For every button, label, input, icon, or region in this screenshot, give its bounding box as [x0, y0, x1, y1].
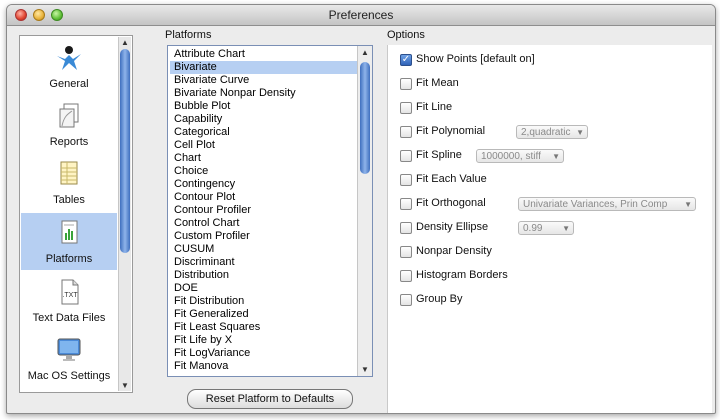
title-bar[interactable]: Preferences: [7, 5, 715, 26]
dropdown-value: 1000000, stiff: [481, 151, 541, 162]
platform-list-item[interactable]: Custom Profiler: [170, 230, 358, 243]
platform-list-item[interactable]: Contour Plot: [170, 191, 358, 204]
platform-list-item[interactable]: Bivariate Curve: [170, 74, 358, 87]
platform-list-item[interactable]: Fit Generalized: [170, 308, 358, 321]
platform-list-item[interactable]: Contour Profiler: [170, 204, 358, 217]
scroll-up-icon[interactable]: ▲: [121, 38, 129, 47]
tables-icon: [60, 161, 78, 185]
option-dropdown[interactable]: Univariate Variances, Prin Comp ▼: [518, 197, 696, 211]
option-label: Fit Polynomial: [416, 125, 486, 137]
checkbox[interactable]: [400, 222, 412, 234]
platform-list-item[interactable]: Fit Least Squares: [170, 321, 358, 334]
sidebar-item-mac-os-settings[interactable]: Mac OS Settings: [21, 330, 117, 387]
option-label: Fit Mean: [416, 77, 459, 89]
window-title: Preferences: [328, 8, 394, 22]
sidebar-item-platforms[interactable]: Platforms: [21, 213, 117, 270]
checkbox[interactable]: [400, 294, 412, 306]
chevron-down-icon: ▼: [552, 152, 560, 161]
platform-list-item[interactable]: Contingency: [170, 178, 358, 191]
option-label: Fit Each Value: [416, 173, 487, 185]
checkbox[interactable]: [400, 246, 412, 258]
platforms-scroll-thumb[interactable]: [360, 62, 370, 174]
chevron-down-icon: ▼: [562, 224, 570, 233]
platform-list-item[interactable]: Discriminant: [170, 256, 358, 269]
platform-list-item[interactable]: Choice: [170, 165, 358, 178]
checkbox[interactable]: [400, 174, 412, 186]
dropdown-value: Univariate Variances, Prin Comp: [523, 199, 668, 210]
scroll-down-icon[interactable]: ▼: [361, 365, 369, 374]
dropdown-value: 2,quadratic: [521, 127, 571, 138]
checkbox[interactable]: ✓: [400, 54, 412, 66]
reset-platform-button[interactable]: Reset Platform to Defaults: [187, 389, 353, 409]
option-label: Fit Line: [416, 101, 453, 113]
platform-list-item[interactable]: Bubble Plot: [170, 100, 358, 113]
platform-list-item[interactable]: Categorical: [170, 126, 358, 139]
option-label: Group By: [416, 293, 463, 305]
platform-list-item[interactable]: CUSUM: [170, 243, 358, 256]
dropdown-value: 0.99: [523, 223, 543, 234]
preferences-window: Preferences General Reports Tables Platf…: [6, 4, 716, 414]
sidebar-item-label: General: [49, 78, 89, 90]
platforms-label: Platforms: [165, 29, 212, 41]
sidebar-item-tables[interactable]: Tables: [21, 154, 117, 211]
platform-list-item[interactable]: Capability: [170, 113, 358, 126]
scroll-down-icon[interactable]: ▼: [121, 381, 129, 390]
platform-list-item[interactable]: Fit Life by X: [170, 334, 358, 347]
option-dropdown[interactable]: 0.99 ▼: [518, 221, 574, 235]
option-label: Fit Orthogonal: [416, 197, 486, 209]
option-label: Nonpar Density: [416, 245, 492, 257]
platform-list-item[interactable]: Control Chart: [170, 217, 358, 230]
option-label: Histogram Borders: [416, 269, 508, 281]
sidebar-item-reports[interactable]: Reports: [21, 96, 117, 153]
checkbox[interactable]: [400, 126, 412, 138]
platform-list-item[interactable]: Cell Plot: [170, 139, 358, 152]
checkbox[interactable]: [400, 270, 412, 282]
platform-list-item[interactable]: Bivariate: [170, 61, 358, 74]
sidebar-item-label: Reports: [49, 136, 89, 148]
mac-os-settings-icon: [57, 338, 81, 361]
options-label: Options: [387, 29, 425, 41]
sidebar-item-label: Platforms: [45, 253, 93, 265]
svg-text:.TXT: .TXT: [62, 292, 78, 299]
sidebar-scrollbar[interactable]: ▲ ▼: [118, 37, 131, 391]
platform-list-item[interactable]: Fit Manova: [170, 360, 358, 373]
sidebar-item-label: Text Data Files: [32, 312, 106, 324]
sidebar-item-general[interactable]: General: [21, 38, 117, 95]
option-dropdown[interactable]: 2,quadratic ▼: [516, 125, 588, 139]
option-label: Fit Spline: [416, 149, 462, 161]
checkbox[interactable]: [400, 150, 412, 162]
chevron-down-icon: ▼: [684, 200, 692, 209]
text-data-files-icon: .TXT: [61, 279, 79, 305]
sidebar-item-label: Tables: [53, 194, 85, 206]
platform-list-item[interactable]: Chart: [170, 152, 358, 165]
platforms-list: Attribute Chart Bivariate Bivariate Curve B…: [167, 45, 373, 377]
reports-icon: [59, 103, 79, 128]
category-sidebar: General Reports Tables Platforms .TXT Te…: [19, 35, 133, 393]
platform-list-item[interactable]: Fit LogVariance: [170, 347, 358, 360]
option-label: Density Ellipse: [416, 221, 489, 233]
platform-list-item[interactable]: DOE: [170, 282, 358, 295]
option-dropdown[interactable]: 1000000, stiff ▼: [476, 149, 564, 163]
checkbox[interactable]: [400, 198, 412, 210]
platform-list-item[interactable]: Attribute Chart: [170, 48, 358, 61]
chevron-down-icon: ▼: [576, 128, 584, 137]
platform-list-item[interactable]: Bivariate Nonpar Density: [170, 87, 358, 100]
platform-list-item[interactable]: Distribution: [170, 269, 358, 282]
options-panel: ✓ Show Points [default on] Fit Mean Fit Lin…: [387, 45, 712, 413]
platforms-scrollbar[interactable]: ▲ ▼: [357, 46, 372, 376]
checkbox[interactable]: [400, 78, 412, 90]
sidebar-item-text-data-files[interactable]: .TXT Text Data Files: [21, 272, 117, 329]
platforms-icon: [61, 220, 78, 244]
general-icon: [57, 46, 81, 70]
platform-list-item[interactable]: Fit Distribution: [170, 295, 358, 308]
scroll-up-icon[interactable]: ▲: [361, 48, 369, 57]
sidebar-item-label: Mac OS Settings: [27, 370, 111, 382]
checkbox[interactable]: [400, 102, 412, 114]
option-label: Show Points [default on]: [416, 53, 535, 65]
sidebar-scroll-thumb[interactable]: [120, 49, 130, 253]
